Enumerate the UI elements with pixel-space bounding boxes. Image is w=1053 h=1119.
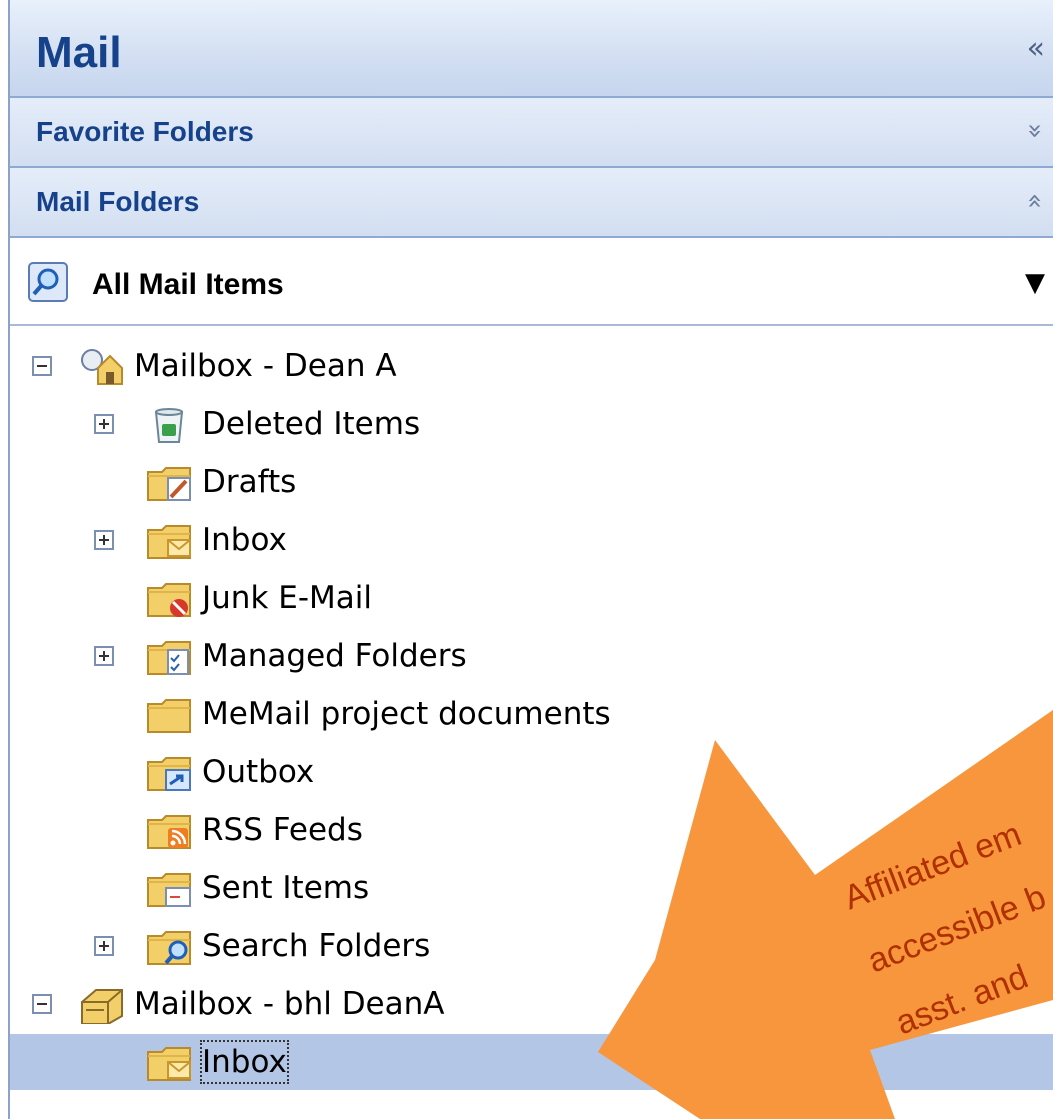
tree-item-label: Inbox [200, 1040, 289, 1084]
tree-item-label: Outbox [202, 754, 315, 790]
tree-row[interactable]: MeMail project documents [10, 686, 1053, 742]
tree-row[interactable]: Deleted Items [10, 396, 1053, 452]
expand-toggle[interactable] [94, 646, 114, 666]
outbox-folder-icon [147, 757, 191, 791]
mail-header: Mail « [10, 0, 1053, 98]
sent-folder-icon [147, 873, 191, 907]
folder-tree: Mailbox - Dean A Deleted Items Drafts Inbox… [10, 330, 1053, 1119]
tree-item-label: Mailbox - Dean A [134, 348, 397, 384]
tree-row[interactable]: Inbox [10, 512, 1053, 568]
tree-row[interactable]: Outbox [10, 744, 1053, 800]
tree-item-label: Mailbox - bhl DeanA [134, 986, 445, 1022]
search-icon [28, 262, 68, 302]
tree-item-label: Deleted Items [202, 406, 421, 442]
tree-item-label: Inbox [202, 522, 287, 558]
tree-item-label: Sent Items [202, 870, 370, 906]
tree-row[interactable]: Managed Folders [10, 628, 1053, 684]
tree-row[interactable]: Inbox [10, 1034, 1053, 1090]
managed-folder-icon [147, 641, 191, 675]
drafts-folder-icon [147, 467, 191, 501]
folder-icon [147, 699, 191, 733]
view-selector[interactable]: All Mail Items ▼ [10, 238, 1053, 326]
tree-row[interactable]: RSS Feeds [10, 802, 1053, 858]
favorite-folders-label: Favorite Folders [36, 116, 254, 147]
chevron-down-icon[interactable]: » [1020, 123, 1050, 139]
tree-item-label: Managed Folders [202, 638, 467, 674]
tree-item-label: Drafts [202, 464, 297, 500]
tree-row[interactable]: Drafts [10, 454, 1053, 510]
tree-item-label: Search Folders [202, 928, 431, 964]
collapse-toggle[interactable] [32, 356, 52, 376]
rss-folder-icon [147, 815, 191, 849]
tree-item-label: Junk E-Mail [202, 580, 372, 616]
mail-folders-header[interactable]: Mail Folders « [10, 168, 1053, 238]
inbox-folder-icon [147, 525, 191, 559]
junk-folder-icon [147, 583, 191, 617]
tree-item-label: MeMail project documents [202, 696, 611, 732]
recycle-bin-icon [154, 408, 184, 443]
expand-toggle[interactable] [94, 414, 114, 434]
favorite-folders-header[interactable]: Favorite Folders » [10, 98, 1053, 168]
inbox-folder-icon [147, 1047, 191, 1081]
tree-row[interactable]: Mailbox - Dean A [10, 338, 1053, 394]
search-folder-icon [147, 931, 191, 965]
pane-title: Mail [36, 28, 122, 77]
chevron-up-icon[interactable]: « [1020, 193, 1050, 209]
tree-item-label: RSS Feeds [202, 812, 363, 848]
mailbox-icon [81, 989, 123, 1024]
mailbox-home-icon [81, 349, 123, 385]
collapse-pane-button[interactable]: « [1027, 34, 1045, 64]
expand-toggle[interactable] [94, 936, 114, 956]
mail-folders-label: Mail Folders [36, 186, 200, 217]
expand-toggle[interactable] [94, 530, 114, 550]
view-label: All Mail Items [92, 268, 284, 301]
tree-row[interactable]: Junk E-Mail [10, 570, 1053, 626]
collapse-toggle[interactable] [32, 994, 52, 1014]
dropdown-arrow-icon[interactable]: ▼ [1025, 268, 1045, 298]
